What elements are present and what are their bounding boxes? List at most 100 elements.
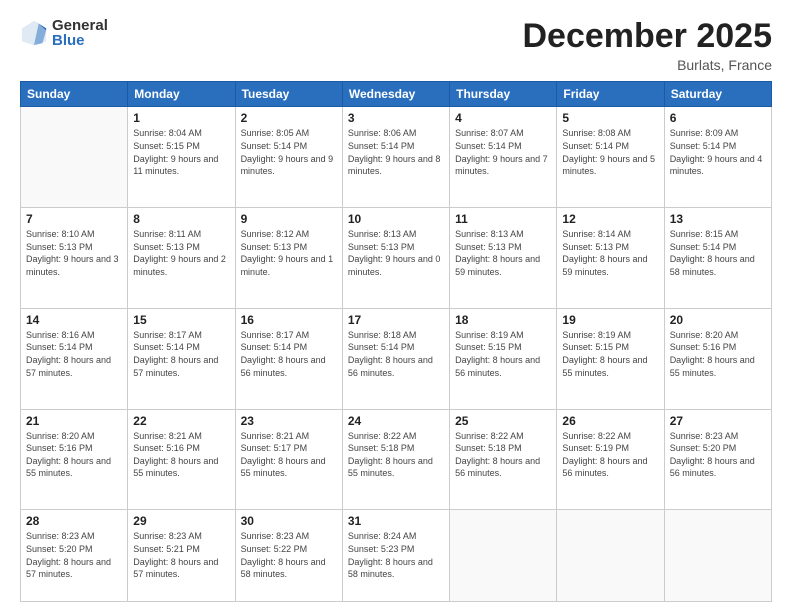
day-info: Sunrise: 8:21 AMSunset: 5:17 PMDaylight:… bbox=[241, 430, 337, 480]
table-row: 4 Sunrise: 8:07 AMSunset: 5:14 PMDaylight… bbox=[450, 107, 557, 208]
day-info: Sunrise: 8:22 AMSunset: 5:18 PMDaylight:… bbox=[348, 430, 444, 480]
table-row: 11 Sunrise: 8:13 AMSunset: 5:13 PMDayligh… bbox=[450, 208, 557, 309]
day-number: 16 bbox=[241, 313, 337, 327]
day-info: Sunrise: 8:16 AMSunset: 5:14 PMDaylight:… bbox=[26, 329, 122, 379]
page: General Blue December 2025 Burlats, Fran… bbox=[0, 0, 792, 612]
day-number: 20 bbox=[670, 313, 766, 327]
logo-icon bbox=[20, 19, 48, 47]
day-number: 7 bbox=[26, 212, 122, 226]
table-row: 26 Sunrise: 8:22 AMSunset: 5:19 PMDayligh… bbox=[557, 409, 664, 510]
table-row: 28 Sunrise: 8:23 AMSunset: 5:20 PMDayligh… bbox=[21, 510, 128, 602]
logo-general-text: General bbox=[52, 18, 108, 33]
day-number: 6 bbox=[670, 111, 766, 125]
day-info: Sunrise: 8:23 AMSunset: 5:22 PMDaylight:… bbox=[241, 530, 337, 580]
day-info: Sunrise: 8:13 AMSunset: 5:13 PMDaylight:… bbox=[348, 228, 444, 278]
table-row: 17 Sunrise: 8:18 AMSunset: 5:14 PMDayligh… bbox=[342, 308, 449, 409]
table-row: 14 Sunrise: 8:16 AMSunset: 5:14 PMDayligh… bbox=[21, 308, 128, 409]
table-row bbox=[664, 510, 771, 602]
table-row: 30 Sunrise: 8:23 AMSunset: 5:22 PMDayligh… bbox=[235, 510, 342, 602]
table-row: 10 Sunrise: 8:13 AMSunset: 5:13 PMDayligh… bbox=[342, 208, 449, 309]
day-info: Sunrise: 8:14 AMSunset: 5:13 PMDaylight:… bbox=[562, 228, 658, 278]
day-number: 14 bbox=[26, 313, 122, 327]
month-title: December 2025 bbox=[522, 18, 772, 55]
day-number: 29 bbox=[133, 514, 229, 528]
table-row: 3Sunrise: 8:06 AMSunset: 5:14 PMDaylight… bbox=[342, 107, 449, 208]
day-number: 10 bbox=[348, 212, 444, 226]
table-row: 16 Sunrise: 8:17 AMSunset: 5:14 PMDayligh… bbox=[235, 308, 342, 409]
day-number: 1 bbox=[133, 111, 229, 125]
day-number: 26 bbox=[562, 414, 658, 428]
table-row: 1 Sunrise: 8:04 AMSunset: 5:15 PMDaylight… bbox=[128, 107, 235, 208]
table-row: 23Sunrise: 8:21 AMSunset: 5:17 PMDayligh… bbox=[235, 409, 342, 510]
day-info: Sunrise: 8:11 AMSunset: 5:13 PMDaylight:… bbox=[133, 228, 229, 278]
logo-blue-text: Blue bbox=[52, 33, 108, 48]
day-number: 17 bbox=[348, 313, 444, 327]
day-number: 12 bbox=[562, 212, 658, 226]
day-number: 30 bbox=[241, 514, 337, 528]
calendar-header-row: Sunday Monday Tuesday Wednesday Thursday… bbox=[21, 82, 772, 107]
day-number: 4 bbox=[455, 111, 551, 125]
day-number: 8 bbox=[133, 212, 229, 226]
table-row: 5 Sunrise: 8:08 AMSunset: 5:14 PMDaylight… bbox=[557, 107, 664, 208]
day-info: Sunrise: 8:10 AMSunset: 5:13 PMDaylight:… bbox=[26, 228, 122, 278]
table-row bbox=[450, 510, 557, 602]
day-number: 13 bbox=[670, 212, 766, 226]
day-number: 22 bbox=[133, 414, 229, 428]
day-number: 27 bbox=[670, 414, 766, 428]
day-info: Sunrise: 8:06 AMSunset: 5:14 PMDaylight:… bbox=[348, 127, 444, 177]
day-info: Sunrise: 8:07 AMSunset: 5:14 PMDaylight:… bbox=[455, 127, 551, 177]
day-info: Sunrise: 8:24 AMSunset: 5:23 PMDaylight:… bbox=[348, 530, 444, 580]
col-saturday: Saturday bbox=[664, 82, 771, 107]
day-info: Sunrise: 8:22 AMSunset: 5:19 PMDaylight:… bbox=[562, 430, 658, 480]
table-row bbox=[21, 107, 128, 208]
day-info: Sunrise: 8:21 AMSunset: 5:16 PMDaylight:… bbox=[133, 430, 229, 480]
header: General Blue December 2025 Burlats, Fran… bbox=[20, 18, 772, 73]
logo: General Blue bbox=[20, 18, 108, 48]
table-row: 18Sunrise: 8:19 AMSunset: 5:15 PMDayligh… bbox=[450, 308, 557, 409]
calendar-table: Sunday Monday Tuesday Wednesday Thursday… bbox=[20, 81, 772, 602]
table-row: 31 Sunrise: 8:24 AMSunset: 5:23 PMDayligh… bbox=[342, 510, 449, 602]
location: Burlats, France bbox=[522, 57, 772, 73]
table-row: 20 Sunrise: 8:20 AMSunset: 5:16 PMDayligh… bbox=[664, 308, 771, 409]
logo-text: General Blue bbox=[52, 18, 108, 48]
day-info: Sunrise: 8:22 AMSunset: 5:18 PMDaylight:… bbox=[455, 430, 551, 480]
day-number: 28 bbox=[26, 514, 122, 528]
col-sunday: Sunday bbox=[21, 82, 128, 107]
table-row: 27 Sunrise: 8:23 AMSunset: 5:20 PMDayligh… bbox=[664, 409, 771, 510]
day-info: Sunrise: 8:13 AMSunset: 5:13 PMDaylight:… bbox=[455, 228, 551, 278]
day-info: Sunrise: 8:17 AMSunset: 5:14 PMDaylight:… bbox=[241, 329, 337, 379]
table-row: 25Sunrise: 8:22 AMSunset: 5:18 PMDayligh… bbox=[450, 409, 557, 510]
col-thursday: Thursday bbox=[450, 82, 557, 107]
day-number: 21 bbox=[26, 414, 122, 428]
day-number: 31 bbox=[348, 514, 444, 528]
day-info: Sunrise: 8:15 AMSunset: 5:14 PMDaylight:… bbox=[670, 228, 766, 278]
day-info: Sunrise: 8:08 AMSunset: 5:14 PMDaylight:… bbox=[562, 127, 658, 177]
table-row: 21 Sunrise: 8:20 AMSunset: 5:16 PMDayligh… bbox=[21, 409, 128, 510]
title-section: December 2025 Burlats, France bbox=[522, 18, 772, 73]
day-number: 15 bbox=[133, 313, 229, 327]
day-info: Sunrise: 8:23 AMSunset: 5:20 PMDaylight:… bbox=[670, 430, 766, 480]
day-info: Sunrise: 8:23 AMSunset: 5:20 PMDaylight:… bbox=[26, 530, 122, 580]
day-info: Sunrise: 8:17 AMSunset: 5:14 PMDaylight:… bbox=[133, 329, 229, 379]
table-row: 9Sunrise: 8:12 AMSunset: 5:13 PMDaylight… bbox=[235, 208, 342, 309]
day-info: Sunrise: 8:09 AMSunset: 5:14 PMDaylight:… bbox=[670, 127, 766, 177]
col-wednesday: Wednesday bbox=[342, 82, 449, 107]
day-info: Sunrise: 8:23 AMSunset: 5:21 PMDaylight:… bbox=[133, 530, 229, 580]
table-row: 13 Sunrise: 8:15 AMSunset: 5:14 PMDayligh… bbox=[664, 208, 771, 309]
day-number: 2 bbox=[241, 111, 337, 125]
day-info: Sunrise: 8:18 AMSunset: 5:14 PMDaylight:… bbox=[348, 329, 444, 379]
table-row: 8 Sunrise: 8:11 AMSunset: 5:13 PMDaylight… bbox=[128, 208, 235, 309]
day-info: Sunrise: 8:20 AMSunset: 5:16 PMDaylight:… bbox=[26, 430, 122, 480]
day-info: Sunrise: 8:19 AMSunset: 5:15 PMDaylight:… bbox=[455, 329, 551, 379]
day-info: Sunrise: 8:20 AMSunset: 5:16 PMDaylight:… bbox=[670, 329, 766, 379]
col-monday: Monday bbox=[128, 82, 235, 107]
day-number: 11 bbox=[455, 212, 551, 226]
day-info: Sunrise: 8:19 AMSunset: 5:15 PMDaylight:… bbox=[562, 329, 658, 379]
day-info: Sunrise: 8:05 AMSunset: 5:14 PMDaylight:… bbox=[241, 127, 337, 177]
day-info: Sunrise: 8:04 AMSunset: 5:15 PMDaylight:… bbox=[133, 127, 229, 177]
day-number: 19 bbox=[562, 313, 658, 327]
table-row: 29 Sunrise: 8:23 AMSunset: 5:21 PMDayligh… bbox=[128, 510, 235, 602]
table-row: 2 Sunrise: 8:05 AMSunset: 5:14 PMDaylight… bbox=[235, 107, 342, 208]
day-number: 5 bbox=[562, 111, 658, 125]
table-row: 7 Sunrise: 8:10 AMSunset: 5:13 PMDaylight… bbox=[21, 208, 128, 309]
